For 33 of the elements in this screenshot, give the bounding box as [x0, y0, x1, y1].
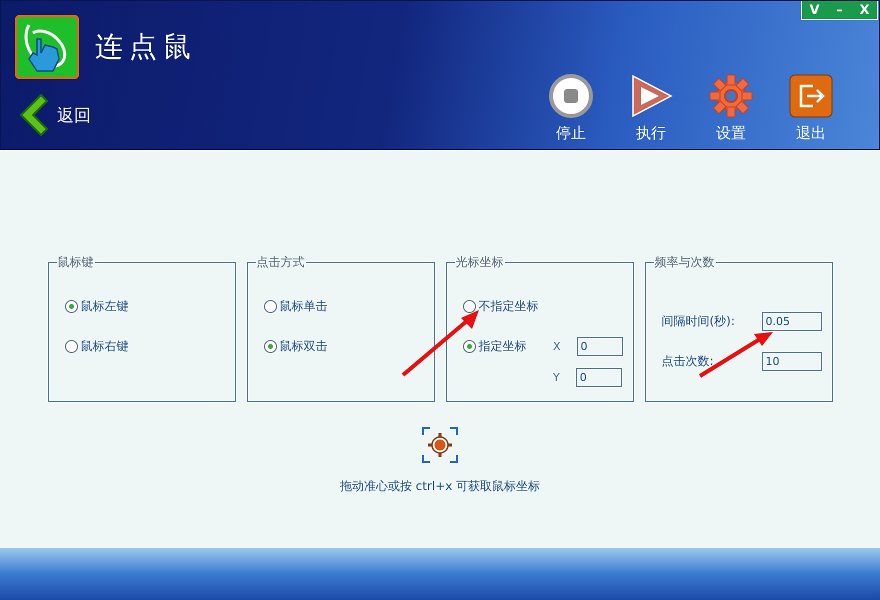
field-label: 点击次数:: [662, 352, 714, 370]
gear-icon: [709, 74, 753, 118]
crosshair-target-icon: [420, 426, 459, 464]
stop-icon: [549, 74, 593, 118]
radio-option[interactable]: 鼠标右键: [64, 337, 128, 355]
input-field[interactable]: 10: [762, 352, 822, 370]
toolbar-button[interactable]: 设置: [699, 74, 763, 143]
group-title: 鼠标键: [56, 254, 94, 271]
group-title: 光标坐标: [454, 254, 504, 271]
radio-option[interactable]: 鼠标单击: [264, 297, 328, 315]
field-label: 间隔时间(秒):: [662, 312, 735, 330]
input-field[interactable]: 0.05: [762, 312, 822, 330]
toolbar-button[interactable]: 退出: [779, 74, 843, 143]
window-control-button[interactable]: X: [852, 1, 877, 19]
chevron-left-icon: [19, 93, 49, 137]
app-title: 连点鼠: [95, 29, 197, 65]
exit-icon: [789, 74, 833, 118]
toolbar-button[interactable]: 停止: [539, 74, 603, 143]
radio-option[interactable]: 鼠标左键: [64, 297, 128, 315]
window-control-button[interactable]: –: [827, 1, 852, 19]
group-title: 点击方式: [256, 254, 306, 271]
input-field[interactable]: 0: [576, 337, 622, 356]
input-field[interactable]: 0: [576, 368, 622, 387]
hand-cursor-logo-icon: [15, 15, 79, 79]
window-control-button[interactable]: V: [802, 1, 827, 19]
radio-option[interactable]: 鼠标双击: [264, 337, 328, 355]
group-title: 频率与次数: [654, 254, 716, 271]
coordinate-label: Y: [552, 371, 560, 384]
toolbar-button[interactable]: 执行: [619, 74, 683, 143]
radio-option[interactable]: 指定坐标: [462, 337, 526, 355]
back-button[interactable]: 返回: [15, 93, 197, 137]
coordinate-label: X: [552, 340, 560, 353]
hint-text: 拖动准心或按 ctrl+x 可获取鼠标坐标: [340, 478, 540, 495]
